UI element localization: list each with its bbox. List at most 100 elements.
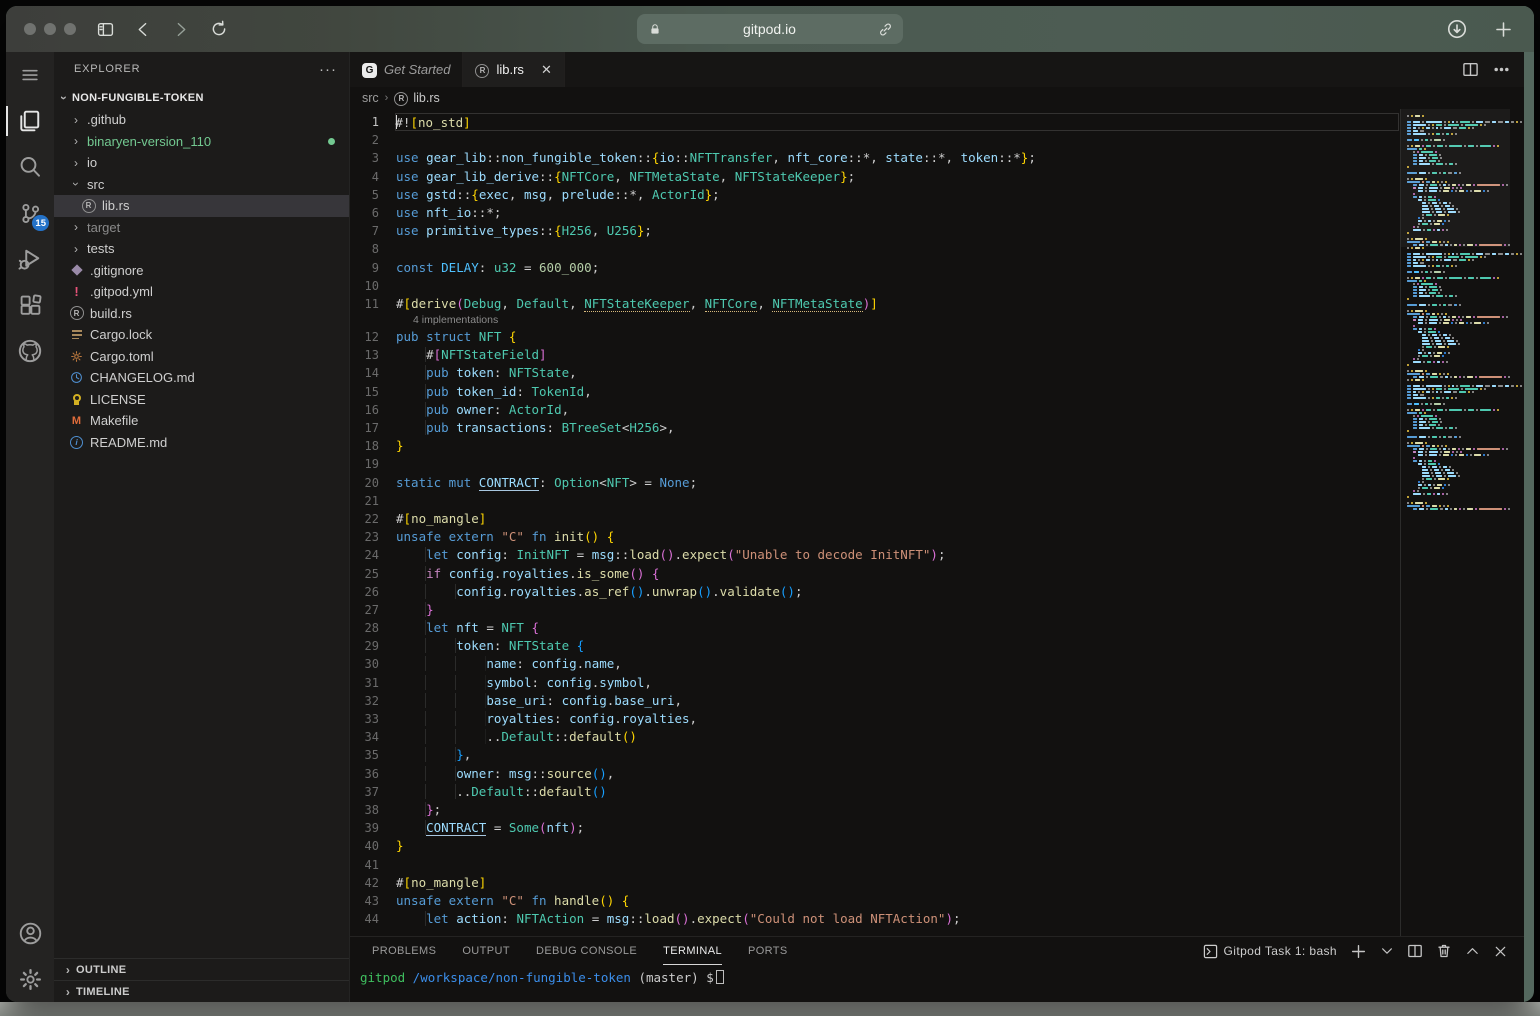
- activity-search-icon[interactable]: [6, 144, 54, 190]
- panel-tab-ports[interactable]: PORTS: [748, 937, 788, 965]
- code-line-15[interactable]: 15 pub token_id: TokenId,: [350, 383, 1400, 401]
- zoom-window-button[interactable]: [64, 23, 76, 35]
- tree-item-src[interactable]: ›src: [54, 174, 349, 196]
- tree-item-readme-md[interactable]: iREADME.md: [54, 432, 349, 454]
- back-icon[interactable]: [126, 14, 160, 44]
- breadcrumb[interactable]: src › R lib.rs: [350, 87, 1524, 109]
- close-panel-icon[interactable]: [1493, 944, 1508, 959]
- reload-icon[interactable]: [202, 14, 236, 44]
- more-actions-icon[interactable]: [1493, 61, 1510, 78]
- new-terminal-icon[interactable]: [1350, 943, 1367, 960]
- minimize-window-button[interactable]: [44, 23, 56, 35]
- code-line-8[interactable]: 8: [350, 240, 1400, 258]
- code-line-41[interactable]: 41: [350, 856, 1400, 874]
- tree-item-binaryen-version-110[interactable]: ›binaryen-version_110: [54, 131, 349, 153]
- code-line-25[interactable]: 25 if config.royalties.is_some() {: [350, 565, 1400, 583]
- code-line-39[interactable]: 39 CONTRACT = Some(nft);: [350, 819, 1400, 837]
- activity-run-debug-icon[interactable]: [6, 236, 54, 282]
- code-line-19[interactable]: 19: [350, 455, 1400, 473]
- tree-item--github[interactable]: ›.github: [54, 109, 349, 131]
- tree-item-lib-rs[interactable]: Rlib.rs: [54, 195, 349, 217]
- tree-item-makefile[interactable]: MMakefile: [54, 410, 349, 432]
- code-line-44[interactable]: 44 let action: NFTAction = msg::load().e…: [350, 910, 1400, 928]
- code-line-16[interactable]: 16 pub owner: ActorId,: [350, 401, 1400, 419]
- editor-tab-lib-rs[interactable]: Rlib.rs✕: [463, 52, 564, 87]
- activity-menu-icon[interactable]: [6, 52, 54, 98]
- code-line-5[interactable]: 5use gstd::{exec, msg, prelude::*, Actor…: [350, 186, 1400, 204]
- code-line-17[interactable]: 17 pub transactions: BTreeSet<H256>,: [350, 419, 1400, 437]
- tree-item-target[interactable]: ›target: [54, 217, 349, 239]
- window-controls[interactable]: [24, 23, 76, 35]
- address-bar[interactable]: gitpod.io: [637, 14, 903, 44]
- panel-tab-problems[interactable]: PROBLEMS: [372, 937, 436, 965]
- panel-tab-output[interactable]: OUTPUT: [462, 937, 510, 965]
- code-line-40[interactable]: 40}: [350, 837, 1400, 855]
- activity-source-control-icon[interactable]: 15: [6, 190, 54, 236]
- minimap[interactable]: [1400, 109, 1510, 936]
- code-line-3[interactable]: 3use gear_lib::non_fungible_token::{io::…: [350, 149, 1400, 167]
- close-tab-icon[interactable]: ✕: [541, 62, 552, 78]
- panel-tab-debug-console[interactable]: DEBUG CONSOLE: [536, 937, 637, 965]
- breadcrumb-folder[interactable]: src: [362, 91, 379, 105]
- code-line-10[interactable]: 10: [350, 277, 1400, 295]
- activity-files-icon[interactable]: [6, 98, 54, 144]
- code-line-12[interactable]: 12pub struct NFT {: [350, 328, 1400, 346]
- downloads-icon[interactable]: [1440, 14, 1474, 44]
- code-line-29[interactable]: 29 token: NFTState {: [350, 637, 1400, 655]
- kill-terminal-icon[interactable]: [1436, 943, 1452, 959]
- explorer-more-actions-button[interactable]: ···: [319, 61, 337, 78]
- split-terminal-icon[interactable]: [1407, 943, 1423, 959]
- terminal[interactable]: gitpod /workspace/non-fungible-token (ma…: [350, 965, 1524, 1002]
- outline-section[interactable]: › OUTLINE: [54, 958, 349, 980]
- code-line-32[interactable]: 32 base_uri: config.base_uri,: [350, 692, 1400, 710]
- link-icon[interactable]: [878, 14, 893, 44]
- code-line-23[interactable]: 23unsafe extern "C" fn init() {: [350, 528, 1400, 546]
- close-window-button[interactable]: [24, 23, 36, 35]
- code-line-18[interactable]: 18}: [350, 437, 1400, 455]
- breadcrumb-file[interactable]: R lib.rs: [394, 90, 439, 106]
- sidebar-toggle-icon[interactable]: [88, 14, 122, 44]
- code-line-38[interactable]: 38 };: [350, 801, 1400, 819]
- split-editor-icon[interactable]: [1462, 61, 1479, 78]
- code-line-26[interactable]: 26 config.royalties.as_ref().unwrap().va…: [350, 583, 1400, 601]
- activity-github-icon[interactable]: [6, 328, 54, 374]
- code-editor[interactable]: 1#![no_std]23use gear_lib::non_fungible_…: [350, 109, 1524, 936]
- tree-item-cargo-lock[interactable]: Cargo.lock: [54, 324, 349, 346]
- code-line-42[interactable]: 42#[no_mangle]: [350, 874, 1400, 892]
- code-line-31[interactable]: 31 symbol: config.symbol,: [350, 674, 1400, 692]
- code-line-30[interactable]: 30 name: config.name,: [350, 655, 1400, 673]
- code-line-21[interactable]: 21: [350, 492, 1400, 510]
- code-line-11[interactable]: 11#[derive(Debug, Default, NFTStateKeepe…: [350, 295, 1400, 313]
- editor-tab-get-started[interactable]: GGet Started: [350, 52, 463, 87]
- tree-root-folder[interactable]: ›NON-FUNGIBLE-TOKEN: [54, 86, 349, 109]
- code-line-2[interactable]: 2: [350, 131, 1400, 149]
- code-line-43[interactable]: 43unsafe extern "C" fn handle() {: [350, 892, 1400, 910]
- code-line-22[interactable]: 22#[no_mangle]: [350, 510, 1400, 528]
- code-line-6[interactable]: 6use nft_io::*;: [350, 204, 1400, 222]
- new-tab-icon[interactable]: [1486, 14, 1520, 44]
- tree-item-io[interactable]: ›io: [54, 152, 349, 174]
- tree-item-tests[interactable]: ›tests: [54, 238, 349, 260]
- code-line-4[interactable]: 4use gear_lib_derive::{NFTCore, NFTMetaS…: [350, 168, 1400, 186]
- tree-item--gitpod-yml[interactable]: !.gitpod.yml: [54, 281, 349, 303]
- code-line-20[interactable]: 20static mut CONTRACT: Option<NFT> = Non…: [350, 474, 1400, 492]
- panel-tab-terminal[interactable]: TERMINAL: [663, 937, 722, 965]
- tree-item-changelog-md[interactable]: CHANGELOG.md: [54, 367, 349, 389]
- terminal-task-label[interactable]: Gitpod Task 1: bash: [1203, 944, 1337, 959]
- timeline-section[interactable]: › TIMELINE: [54, 980, 349, 1002]
- activity-account-icon[interactable]: [6, 910, 54, 956]
- code-line-13[interactable]: 13 #[NFTStateField]: [350, 346, 1400, 364]
- activity-settings-icon[interactable]: [6, 956, 54, 1002]
- code-line-24[interactable]: 24 let config: InitNFT = msg::load().exp…: [350, 546, 1400, 564]
- tree-item-build-rs[interactable]: Rbuild.rs: [54, 303, 349, 325]
- forward-icon[interactable]: [164, 14, 198, 44]
- code-line-14[interactable]: 14 pub token: NFTState,: [350, 364, 1400, 382]
- maximize-panel-icon[interactable]: [1465, 944, 1480, 959]
- tree-item--gitignore[interactable]: .gitignore: [54, 260, 349, 282]
- code-line-9[interactable]: 9const DELAY: u32 = 600_000;: [350, 259, 1400, 277]
- code-line-33[interactable]: 33 royalties: config.royalties,: [350, 710, 1400, 728]
- code-line-7[interactable]: 7use primitive_types::{H256, U256};: [350, 222, 1400, 240]
- terminal-picker-icon[interactable]: [1380, 944, 1394, 958]
- code-line-37[interactable]: 37 ..Default::default(): [350, 783, 1400, 801]
- minimap-slider[interactable]: [1401, 109, 1510, 247]
